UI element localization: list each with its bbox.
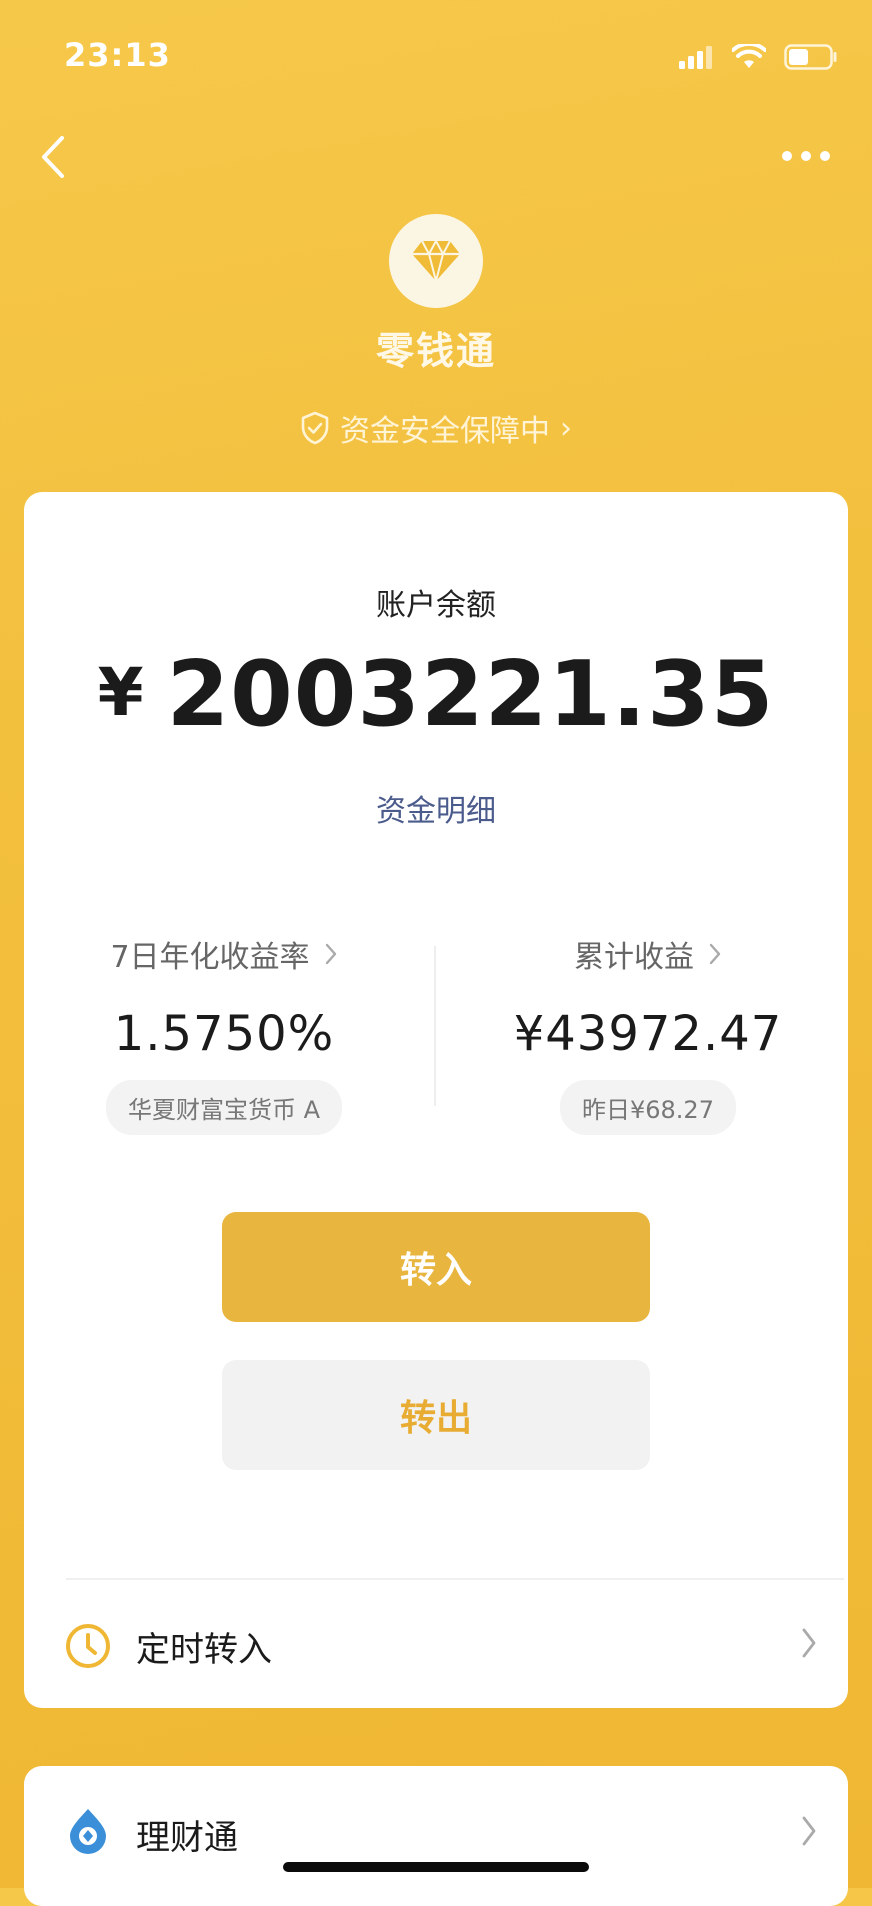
status-icons (678, 42, 838, 72)
wealth-management-label: 理财通 (136, 1818, 238, 1858)
chevron-right-icon (709, 943, 721, 965)
wifi-icon (732, 44, 766, 68)
scheduled-transfer-row[interactable]: 定时转入 (24, 1582, 848, 1708)
earnings-stat: 累计收益 ¥43972.47 昨日¥68.27 (448, 932, 848, 1135)
fund-name-badge: 华夏财富宝货币 A (105, 1080, 343, 1135)
chevron-left-icon (42, 136, 64, 178)
yesterday-earnings-badge: 昨日¥68.27 (560, 1080, 736, 1135)
more-dots-icon (782, 151, 830, 161)
yield-stat: 7日年化收益率 1.5750% 华夏财富宝货币 A (24, 932, 424, 1135)
earnings-label-link[interactable]: 累计收益 (574, 932, 722, 976)
earnings-value: ¥43972.47 (513, 1006, 783, 1062)
currency-symbol: ¥ (97, 654, 145, 731)
row-divider (66, 1578, 844, 1580)
battery-icon (784, 44, 837, 70)
balance-value: 2003221.35 (166, 642, 775, 747)
chevron-right-icon: › (560, 410, 572, 446)
yield-label-link[interactable]: 7日年化收益率 (110, 932, 337, 976)
more-button[interactable] (780, 148, 832, 164)
diamond-icon (412, 238, 460, 284)
chevron-right-icon (325, 943, 336, 965)
transfer-out-button[interactable]: 转出 (222, 1360, 650, 1470)
fund-safety-link[interactable]: 资金安全保障中 › (0, 408, 872, 449)
earnings-label: 累计收益 (574, 940, 694, 975)
back-button[interactable] (34, 132, 74, 182)
wealth-drop-icon (64, 1806, 112, 1858)
balance-label: 账户余额 (376, 588, 496, 623)
page-title: 零钱通 (375, 329, 496, 373)
yield-value: 1.5750% (113, 1006, 335, 1062)
shield-check-icon (301, 411, 329, 445)
app-logo (389, 214, 483, 308)
cellular-signal-icon (679, 46, 712, 69)
transfer-in-button[interactable]: 转入 (222, 1212, 650, 1322)
balance-card: 账户余额 ¥2003221.35 资金明细 7日年化收益率 1.5750% 华夏… (24, 492, 848, 1708)
wealth-management-row[interactable]: 理财通 (24, 1766, 848, 1906)
fund-details-link[interactable]: 资金明细 (24, 786, 848, 830)
home-indicator[interactable] (283, 1862, 589, 1872)
yield-label: 7日年化收益率 (110, 940, 310, 975)
clock-icon (64, 1622, 112, 1674)
stats-divider (434, 946, 436, 1106)
chevron-right-icon (800, 1814, 818, 1852)
status-time: 23:13 (64, 36, 171, 74)
safety-text: 资金安全保障中 (340, 414, 550, 449)
chevron-right-icon (800, 1626, 818, 1664)
scheduled-transfer-label: 定时转入 (136, 1630, 272, 1670)
balance-amount: ¥2003221.35 (24, 642, 848, 747)
